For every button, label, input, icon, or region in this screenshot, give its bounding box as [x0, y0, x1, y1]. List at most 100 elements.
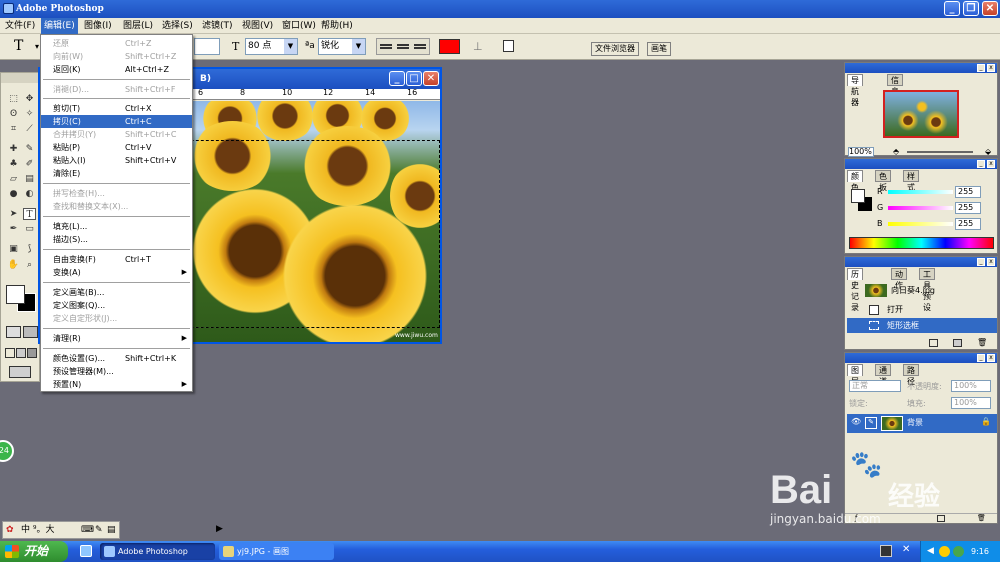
blue-value-field[interactable]: 255	[955, 218, 981, 230]
expand-arrow-icon[interactable]: ▶	[216, 524, 223, 534]
menu-item-cut[interactable]: 剪切(T) Ctrl+X	[41, 102, 192, 115]
slice-tool-icon[interactable]: ⟋	[23, 123, 36, 135]
history-snapshot-row[interactable]: 向日葵4.jpg	[847, 283, 997, 298]
text-tool-preset[interactable]: T	[14, 38, 23, 55]
hand-tool-icon[interactable]: ✋	[7, 259, 20, 271]
dodge-tool-icon[interactable]: ◐	[23, 188, 36, 200]
menu-item-preset-manager[interactable]: 预设管理器(M)...	[41, 365, 192, 378]
doc-minimize-button[interactable]: _	[389, 71, 405, 86]
quick-launch-icon[interactable]	[80, 545, 92, 557]
tab-color[interactable]: 颜色	[847, 170, 863, 192]
clock[interactable]: 9:16	[971, 541, 989, 562]
tab-swatches[interactable]: 色板	[875, 170, 891, 192]
healing-brush-icon[interactable]: ✚	[7, 143, 20, 155]
start-button[interactable]: 开始	[0, 541, 68, 562]
menu-item-fade[interactable]: 消褪(D)... Shift+Ctrl+F	[41, 83, 192, 96]
zoom-field[interactable]: 100%	[848, 147, 874, 157]
menu-item-step-backward[interactable]: 返回(K) Alt+Ctrl+Z	[41, 63, 192, 76]
menu-image[interactable]: 图像(I)	[81, 18, 115, 34]
align-left-icon[interactable]	[380, 44, 392, 49]
palette-minimize-button[interactable]: _	[977, 160, 985, 168]
blend-mode-select[interactable]: 正常	[849, 380, 901, 392]
menu-item-paste[interactable]: 粘贴(P) Ctrl+V	[41, 141, 192, 154]
menu-item-define-brush[interactable]: 定义画笔(B)...	[41, 286, 192, 299]
history-brush-icon[interactable]: ✐	[23, 158, 36, 170]
trash-icon[interactable]: 🗑	[977, 338, 987, 347]
menu-item-step-forward[interactable]: 向前(W) Shift+Ctrl+Z	[41, 50, 192, 63]
quick-mask-icon[interactable]	[23, 326, 38, 338]
tab-brushes[interactable]: 画笔	[647, 42, 671, 56]
tray-app-icon[interactable]	[953, 546, 964, 557]
gradient-tool-icon[interactable]: ▤	[23, 173, 36, 185]
align-center-icon[interactable]	[397, 44, 409, 49]
pen-tool-icon[interactable]: ✒	[7, 223, 20, 235]
menu-window[interactable]: 窗口(W)	[279, 18, 319, 34]
tab-paths[interactable]: 路径	[903, 364, 919, 386]
shape-tool-icon[interactable]: ▭	[23, 223, 36, 235]
close-button[interactable]: ✕	[982, 1, 998, 16]
menu-select[interactable]: 选择(S)	[159, 18, 196, 34]
menu-help[interactable]: 帮助(H)	[318, 18, 356, 34]
opacity-field[interactable]: 100%	[951, 380, 991, 392]
eyedropper-icon[interactable]: ⟆	[23, 243, 36, 255]
menu-item-find-replace[interactable]: 查找和替换文本(X)...	[41, 200, 192, 213]
palette-minimize-button[interactable]: _	[977, 354, 985, 362]
warp-text-icon[interactable]: ⊥	[473, 38, 483, 55]
magic-wand-icon[interactable]: ✧	[23, 108, 36, 120]
tab-channels[interactable]: 通道	[875, 364, 891, 386]
font-size-select[interactable]: 80 点 ▼	[245, 38, 298, 55]
jump-to-imageready-icon[interactable]	[9, 366, 31, 378]
brush-tool-icon[interactable]: ✎	[23, 143, 36, 155]
doc-maximize-button[interactable]: □	[406, 71, 422, 86]
menu-item-free-transform[interactable]: 自由变换(F) Ctrl+T	[41, 253, 192, 266]
antialias-select[interactable]: 锐化 ▼	[318, 38, 366, 55]
fill-field[interactable]: 100%	[951, 397, 991, 409]
palette-close-button[interactable]: x	[987, 354, 995, 362]
red-slider[interactable]	[888, 190, 953, 194]
palette-minimize-button[interactable]: _	[977, 258, 985, 266]
menu-item-preferences[interactable]: 预置(N) ▶	[41, 378, 192, 391]
network-icon[interactable]	[880, 545, 892, 557]
font-style-select[interactable]	[194, 38, 220, 55]
move-tool-icon[interactable]: ✥	[23, 93, 36, 105]
menu-file[interactable]: 文件(F)	[2, 18, 38, 34]
menu-item-transform[interactable]: 变换(A) ▶	[41, 266, 192, 279]
navigator-thumbnail[interactable]	[883, 90, 959, 138]
screen-mode-full-icon[interactable]	[27, 348, 37, 358]
volume-icon[interactable]: ◀	[927, 541, 934, 562]
palette-close-button[interactable]: x	[987, 160, 995, 168]
keyboard-icon[interactable]: ⌨	[81, 522, 94, 538]
palette-minimize-button[interactable]: _	[977, 64, 985, 72]
menu-item-define-shape[interactable]: 定义自定形状(J)...	[41, 312, 192, 325]
menu-view[interactable]: 视图(V)	[239, 18, 276, 34]
eye-visibility-icon[interactable]: 👁	[851, 417, 861, 426]
menu-item-purge[interactable]: 清理(R) ▶	[41, 332, 192, 345]
blue-slider[interactable]	[888, 222, 953, 226]
zoom-out-icon[interactable]: ⬘	[893, 147, 899, 156]
type-tool-icon[interactable]: T	[23, 208, 36, 220]
ime-menu-icon[interactable]: ▤	[107, 522, 116, 538]
floating-badge[interactable]: 24	[0, 440, 14, 462]
menu-item-check-spelling[interactable]: 拼写检查(H)...	[41, 187, 192, 200]
zoom-tool-icon[interactable]: ⌕	[23, 259, 36, 271]
new-document-from-state-icon[interactable]	[929, 339, 938, 347]
close-app-icon[interactable]: ✕	[902, 544, 910, 555]
palettes-toggle-icon[interactable]	[503, 40, 514, 52]
restore-button[interactable]: ❐	[963, 1, 979, 16]
layer-row-background[interactable]: 👁 ✎ 背景 🔒	[847, 414, 997, 433]
taskbar-item-paint[interactable]: yj9.JPG - 画图	[219, 543, 334, 560]
ime-status[interactable]: 中 ⁹。大	[21, 522, 54, 538]
crop-tool-icon[interactable]: ⌗	[7, 123, 20, 135]
lasso-tool-icon[interactable]: ʘ	[7, 108, 20, 120]
taskbar-item-photoshop[interactable]: Adobe Photoshop	[100, 543, 215, 560]
history-step-row[interactable]: 打开	[847, 302, 997, 317]
notes-tool-icon[interactable]: ▣	[7, 243, 20, 255]
green-slider[interactable]	[888, 206, 953, 210]
menu-item-define-pattern[interactable]: 定义图案(Q)...	[41, 299, 192, 312]
screen-mode-full-menu-icon[interactable]	[16, 348, 26, 358]
color-foreground-swatch[interactable]	[851, 189, 865, 203]
menu-item-copy[interactable]: 拷贝(C) Ctrl+C	[41, 115, 192, 128]
tab-file-browser[interactable]: 文件浏览器	[591, 42, 639, 56]
eraser-tool-icon[interactable]: ▱	[7, 173, 20, 185]
menu-item-fill[interactable]: 填充(L)...	[41, 220, 192, 233]
